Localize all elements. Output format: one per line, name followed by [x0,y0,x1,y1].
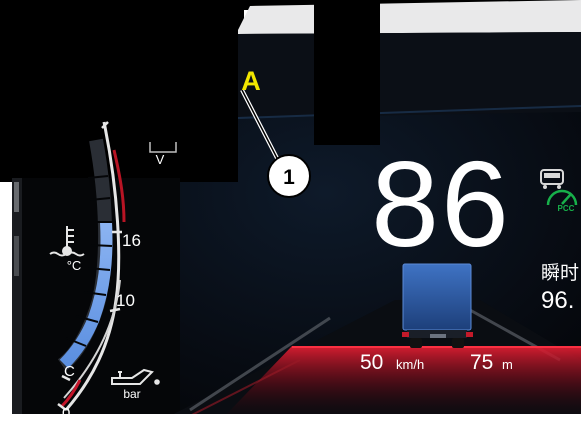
gauge-top-label: V [156,152,165,167]
coolant-unit-label: °C [67,258,82,273]
instant-consumption-label: 瞬时 [541,262,579,284]
callout-number: 1 [283,166,295,189]
callout-letter: A [241,66,261,96]
gauge-tick-label-10: 10 [116,291,135,310]
mask-block-center [314,0,380,145]
oil-unit-label: bar [123,387,140,401]
gauge-tick-label-16: 16 [122,231,141,250]
instrument-cluster-display: V 16 10 C 0 °C bar 86 PCC 瞬时 96. 50 km/h… [0,0,581,421]
gauge-tick-label-c: C [64,363,75,380]
set-speed-unit: km/h [396,357,424,372]
pcc-label: PCC [558,204,575,213]
following-distance-value: 75 [470,351,493,374]
vehicle-speed-value: 86 [371,136,511,272]
set-speed-value: 50 [360,351,383,374]
following-distance-unit: m [502,357,513,372]
mask-area-left [0,0,244,182]
lead-vehicle-icon [402,263,473,348]
instant-consumption-value: 96. [541,287,574,314]
